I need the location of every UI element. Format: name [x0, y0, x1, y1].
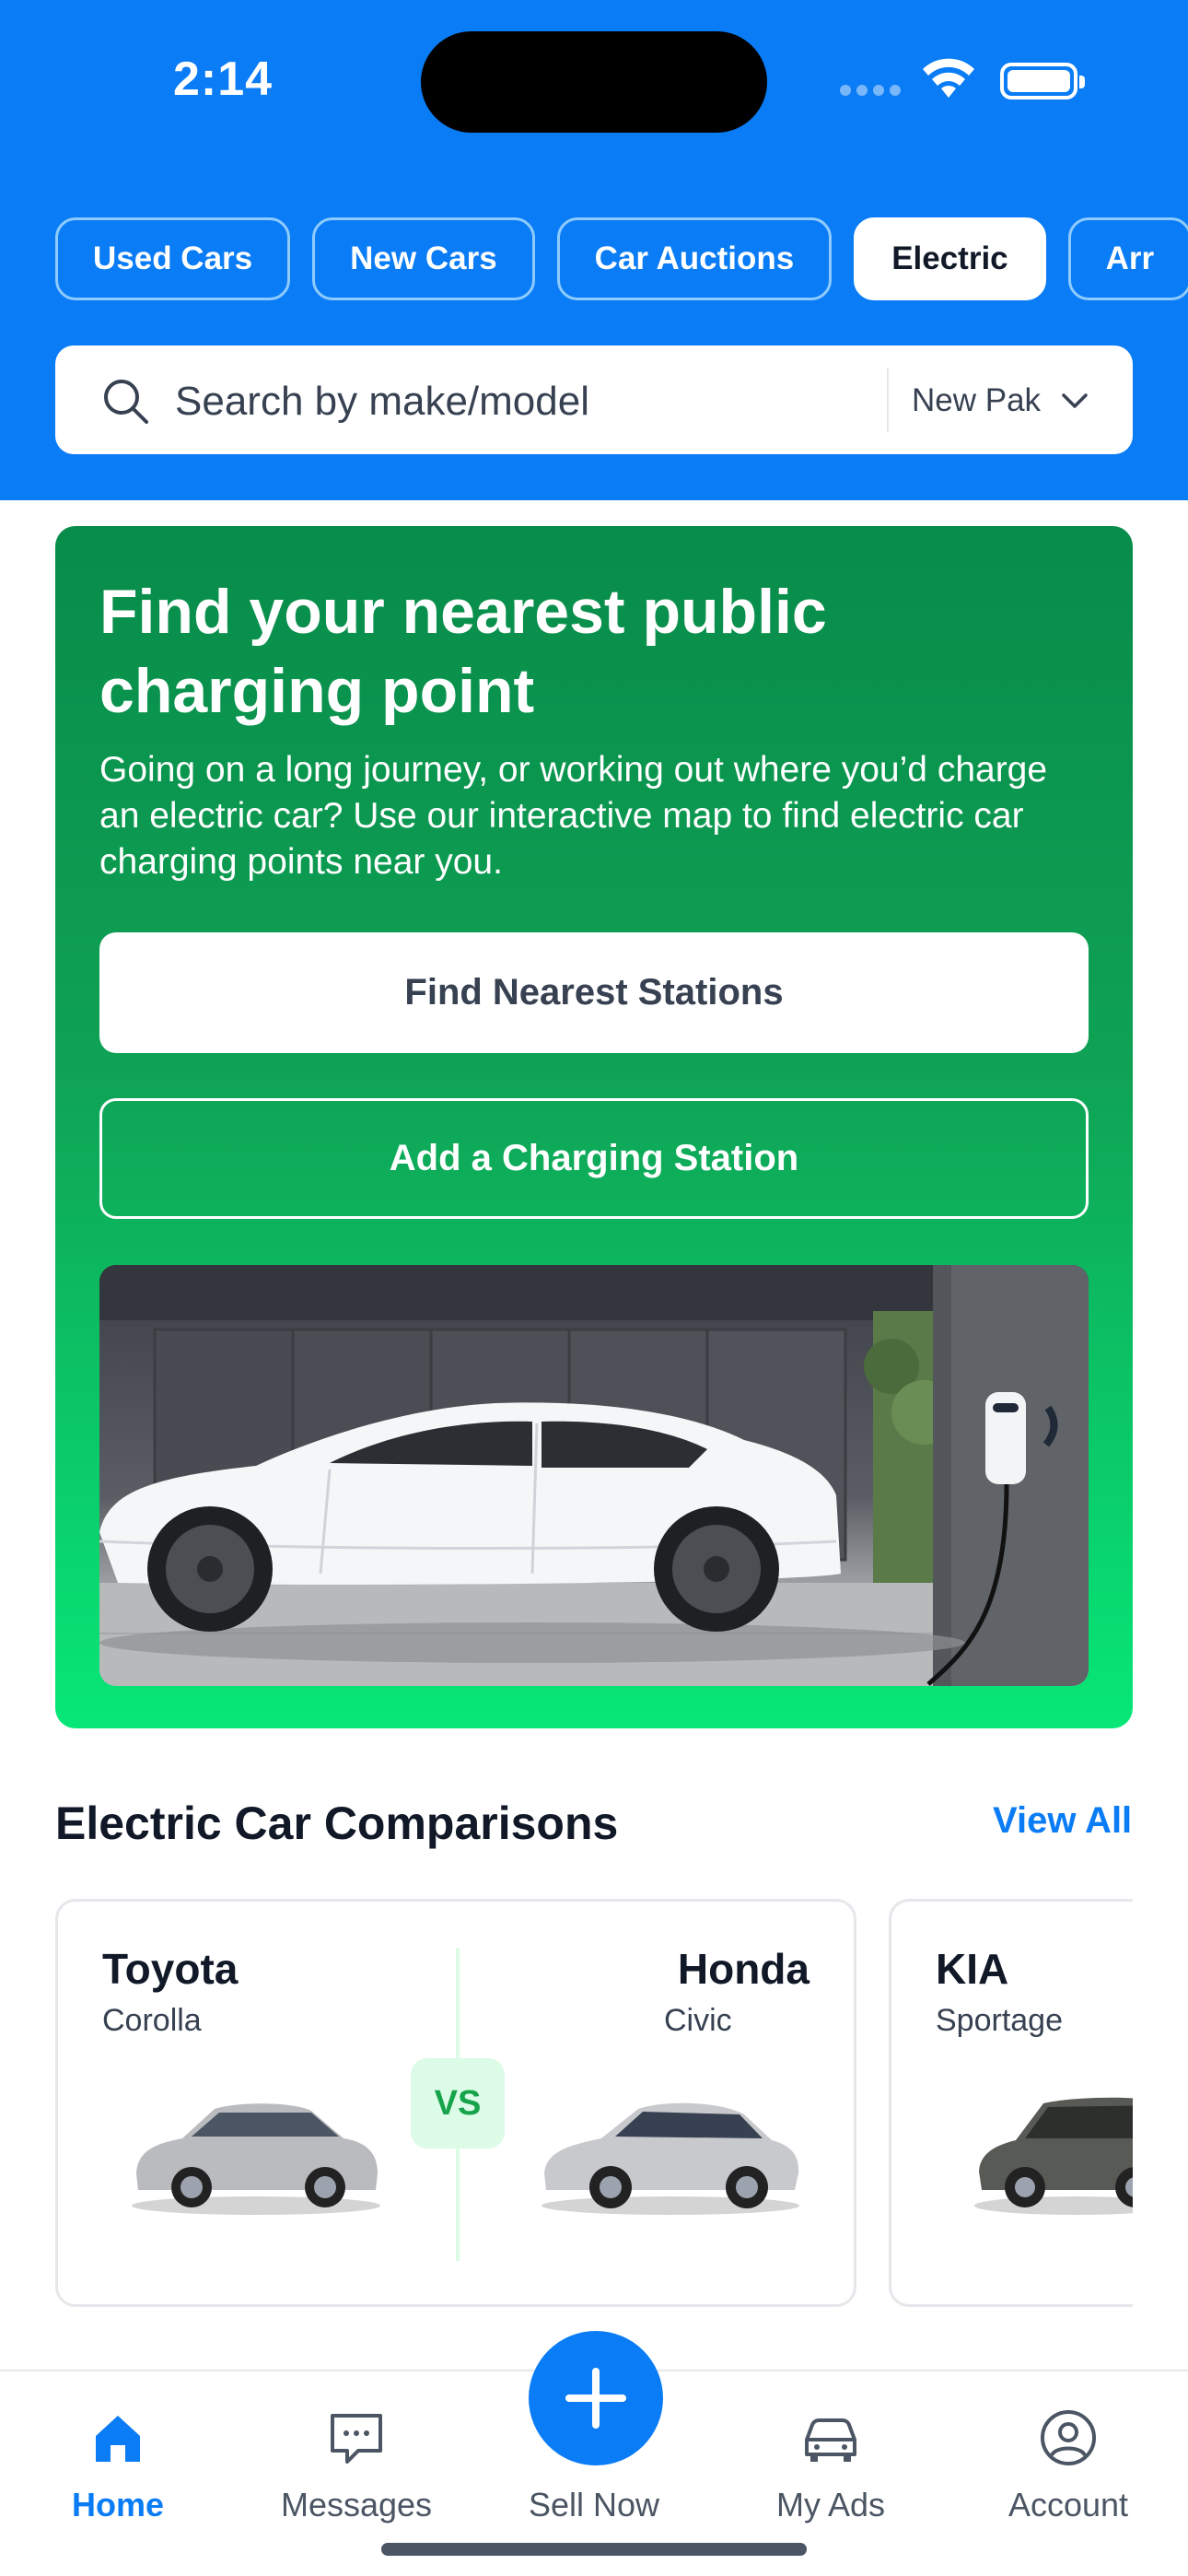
nav-my-ads-label: My Ads — [775, 2486, 886, 2523]
comparisons-title: Electric Car Comparisons — [55, 1797, 619, 1849]
status-icons — [840, 57, 1089, 103]
comparison-card[interactable]: KIA Sportage — [889, 1899, 1133, 2307]
chevron-down-icon — [1062, 393, 1088, 408]
nav-messages[interactable]: Messages — [264, 2371, 448, 2528]
kia-sportage-image — [974, 2097, 1133, 2215]
app-header: 2:14 Used Cars New Cars Car Auctions Ele… — [0, 0, 1188, 500]
sell-now-button[interactable] — [529, 2331, 663, 2465]
right-car-model: Civic — [664, 2003, 732, 2038]
tab-car-auctions[interactable]: Car Auctions — [556, 217, 833, 300]
search-bar[interactable]: Search by make/model New Pak — [55, 345, 1133, 454]
charging-promo-card: Find your nearest public charging point … — [55, 526, 1133, 1728]
honda-civic-image — [542, 2102, 799, 2215]
wifi-icon — [923, 58, 974, 98]
vs-badge: VS — [411, 2058, 505, 2149]
nav-account[interactable]: Account — [976, 2371, 1160, 2528]
search-icon — [104, 380, 148, 424]
view-all-link[interactable]: View All — [993, 1800, 1132, 1842]
category-tabs: Used Cars New Cars Car Auctions Electric… — [55, 217, 1188, 300]
account-icon — [1041, 2410, 1096, 2465]
nav-home-label: Home — [71, 2486, 165, 2523]
nav-my-ads[interactable]: My Ads — [739, 2371, 923, 2528]
left-car-make: KIA — [936, 1945, 1009, 1993]
left-car-model: Corolla — [102, 2003, 202, 2038]
battery-icon — [1000, 63, 1085, 100]
find-nearest-stations-button[interactable]: Find Nearest Stations — [99, 932, 1089, 1053]
comparison-card[interactable]: Toyota Corolla Honda Civic VS — [55, 1899, 856, 2307]
left-car-make: Toyota — [102, 1945, 239, 1993]
city-dropdown-label: New Pak — [912, 382, 1042, 418]
ev-charging-illustration — [99, 1265, 1089, 1686]
search-divider — [887, 368, 889, 432]
home-icon — [96, 2416, 140, 2462]
tab-partial[interactable]: Arr — [1067, 217, 1188, 300]
home-indicator — [381, 2543, 807, 2556]
promo-description: Going on a long journey, or working out … — [99, 750, 1048, 882]
cellular-signal-icon — [840, 85, 901, 96]
search-input[interactable]: Search by make/model — [175, 379, 589, 425]
tab-used-cars[interactable]: Used Cars — [55, 217, 291, 300]
tab-electric[interactable]: Electric — [854, 217, 1046, 300]
car-icon — [805, 2418, 856, 2462]
left-car-model: Sportage — [936, 2003, 1063, 2038]
status-time: 2:14 — [173, 53, 274, 106]
right-car-make: Honda — [677, 1945, 809, 1993]
messages-icon — [331, 2414, 382, 2464]
comparison-carousel: Toyota Corolla Honda Civic VS KIA Sporta… — [0, 1879, 1133, 2340]
city-dropdown[interactable]: New Pak — [912, 382, 1089, 419]
promo-title: Find your nearest public charging point — [99, 577, 827, 726]
add-charging-station-button[interactable]: Add a Charging Station — [99, 1098, 1089, 1219]
tab-new-cars[interactable]: New Cars — [312, 217, 535, 300]
ev-charging-image — [99, 1265, 1089, 1686]
plus-icon — [565, 2368, 626, 2429]
nav-home[interactable]: Home — [26, 2371, 210, 2528]
nav-sell-now-label: Sell Now — [528, 2486, 660, 2523]
toyota-corolla-image — [132, 2103, 380, 2215]
nav-account-label: Account — [1007, 2486, 1129, 2523]
dynamic-island — [421, 31, 767, 133]
nav-messages-label: Messages — [280, 2486, 433, 2523]
